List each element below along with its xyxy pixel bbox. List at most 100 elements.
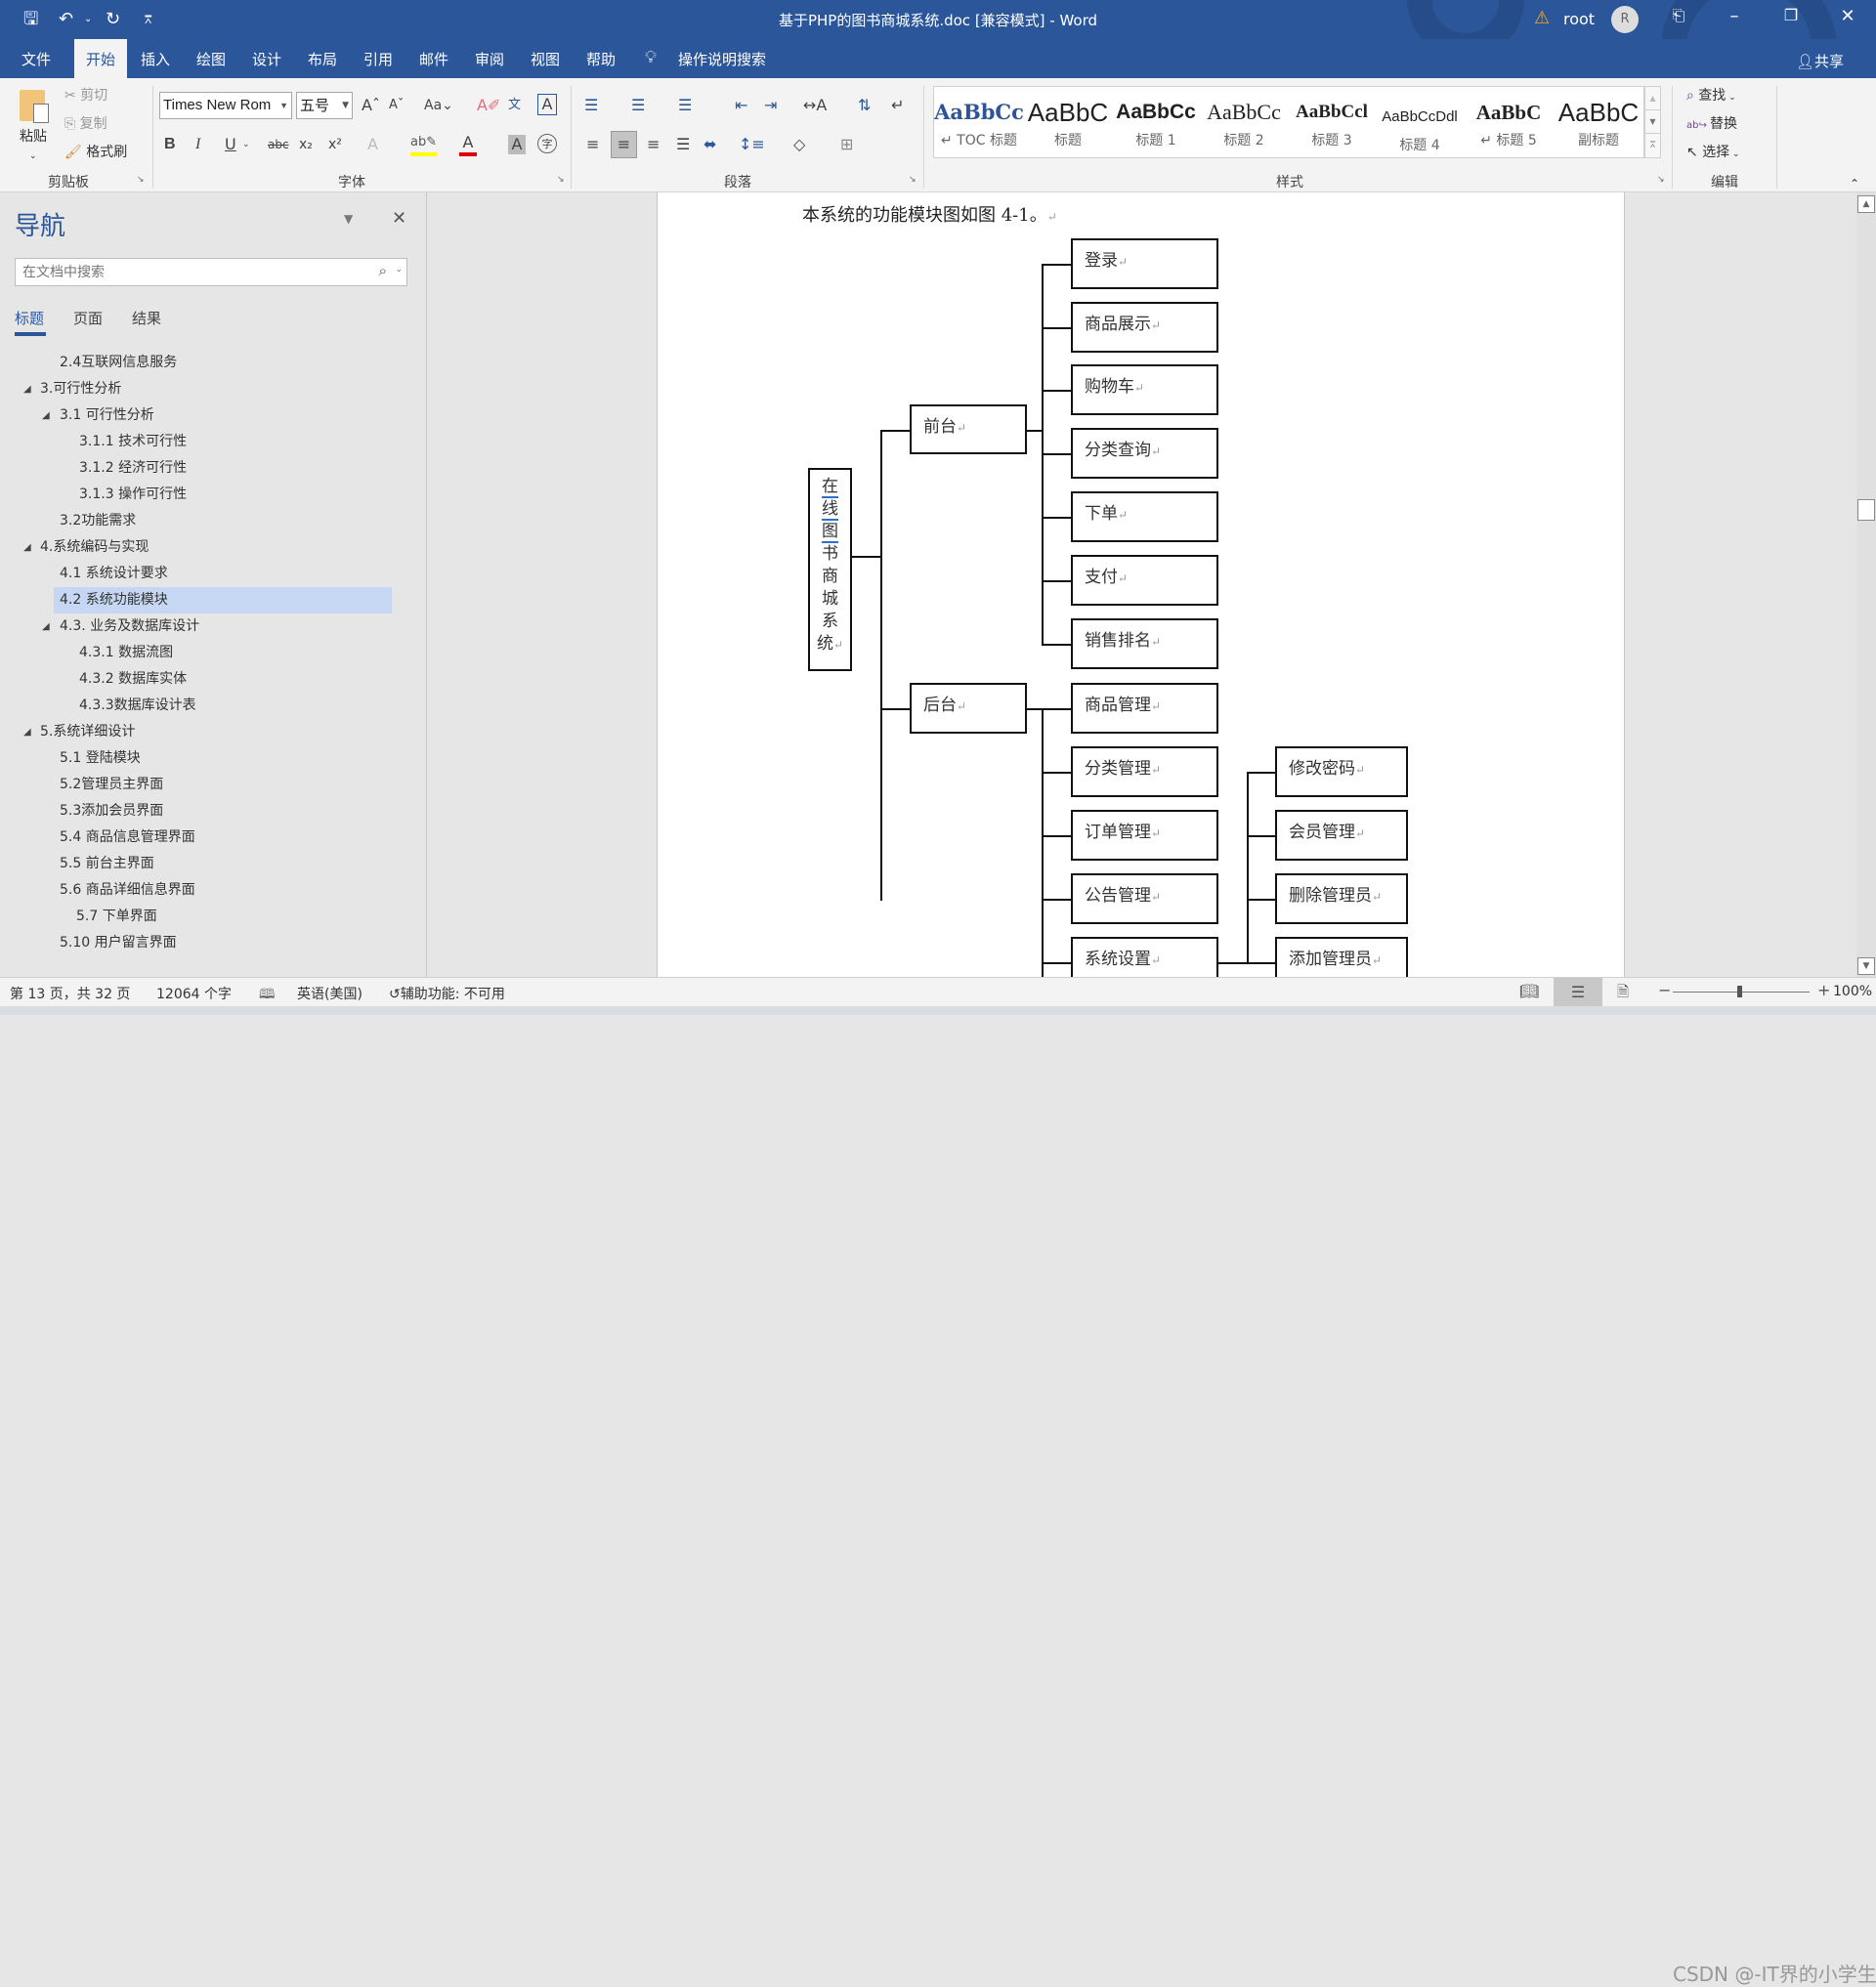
copy-button[interactable]: ⎘ 复制 (64, 114, 107, 134)
tab-references[interactable]: 引用 (352, 39, 405, 78)
styles-scroll[interactable]: ▲ ▼ ⩞ (1644, 86, 1661, 158)
borders-icon[interactable]: ⊞ (840, 135, 853, 154)
tab-draw[interactable]: 绘图 (185, 39, 237, 78)
back-submodule-box[interactable]: 商品管理↵ (1071, 683, 1218, 734)
align-center-icon[interactable]: ≡ (611, 131, 637, 158)
style-title[interactable]: AaBbC 标题 (1024, 87, 1112, 157)
nav-heading-item[interactable]: ◢ 4.系统编码与实现 (0, 534, 391, 561)
scroll-down-icon[interactable]: ▼ (1857, 957, 1875, 975)
sort-icon[interactable]: ⇅ (858, 96, 871, 115)
back-submodule-box[interactable]: 订单管理↵ (1071, 810, 1218, 861)
paste-button[interactable] (18, 86, 53, 129)
multilevel-list-icon[interactable]: ☰ (678, 96, 692, 115)
bullets-icon[interactable]: ☰ (584, 96, 598, 115)
style-heading-3[interactable]: AaBbCcl 标题 3 (1288, 87, 1376, 157)
chevron-down-icon[interactable]: ▼ (342, 93, 349, 118)
font-name-combo[interactable]: Times New Rom ▼ (159, 92, 292, 119)
word-count[interactable]: 12064 个字 (156, 984, 232, 1003)
increase-indent-icon[interactable]: ⇥ (764, 96, 777, 115)
style-heading-2[interactable]: AaBbCc 标题 2 (1200, 87, 1288, 157)
bold-icon[interactable]: B (164, 135, 176, 154)
front-submodule-box[interactable]: 商品展示↵ (1071, 302, 1218, 353)
collapse-ribbon-icon[interactable]: ⌃ (1850, 174, 1859, 193)
nav-tab-headings[interactable]: 标题 (15, 308, 44, 328)
scroll-up-icon[interactable]: ▲ (1645, 87, 1660, 110)
print-layout-icon[interactable]: ☰ (1554, 978, 1602, 1006)
tab-file[interactable]: 文件 (10, 39, 63, 78)
tab-mailings[interactable]: 邮件 (407, 39, 460, 78)
tab-help[interactable]: 帮助 (575, 39, 627, 78)
front-submodule-box[interactable]: 购物车↵ (1071, 364, 1218, 415)
style-toc-heading[interactable]: AaBbCc ↵ TOC 标题 (934, 87, 1024, 157)
align-left-icon[interactable]: ≡ (586, 135, 599, 154)
select-button[interactable]: ↖ 选择 ⌄ (1686, 143, 1740, 164)
italic-icon[interactable]: I (195, 135, 200, 154)
web-layout-icon[interactable]: 🗎︎ (1617, 982, 1629, 1006)
nav-heading-item[interactable]: 4.3.3数据库设计表 (0, 693, 391, 719)
front-submodule-box[interactable]: 支付↵ (1071, 555, 1218, 606)
nav-heading-item[interactable]: 5.6 商品详细信息界面 (0, 877, 391, 904)
find-button[interactable]: ⌕ 查找 ⌄ (1686, 86, 1736, 107)
tab-home[interactable]: 开始 (74, 39, 128, 78)
settings-submodule-box[interactable]: 会员管理↵ (1275, 810, 1408, 861)
search-icon[interactable]: ⌕ (379, 262, 387, 279)
tell-me-search[interactable]: 操作说明搜索 (666, 39, 778, 78)
nav-heading-item[interactable]: 5.5 前台主界面 (0, 851, 391, 877)
tab-layout[interactable]: 布局 (296, 39, 349, 78)
zoom-slider-thumb[interactable] (1737, 986, 1742, 997)
change-case-icon[interactable]: Aa⌄ (424, 96, 453, 115)
close-icon[interactable]: ✕ (1828, 6, 1867, 26)
expand-triangle-icon[interactable]: ◢ (42, 402, 50, 429)
show-marks-icon[interactable]: ↵ (891, 96, 904, 115)
underline-dropdown-icon[interactable]: ⌄ (242, 135, 250, 154)
restore-icon[interactable]: ❐ (1771, 6, 1811, 24)
nav-heading-item[interactable]: ◢ 5.系统详细设计 (0, 719, 391, 745)
tab-insert[interactable]: 插入 (129, 39, 182, 78)
shrink-font-icon[interactable]: Aˇ (389, 96, 404, 115)
paragraph-launcher-icon[interactable]: ↘ (909, 175, 917, 185)
paste-label[interactable]: 粘贴 (20, 127, 47, 147)
nav-heading-item[interactable]: ◢ 4.3. 业务及数据库设计 (0, 613, 391, 640)
numbering-icon[interactable]: ☰ (631, 96, 645, 115)
root-module-box[interactable]: 在线图书商城系统↵ (808, 468, 852, 671)
front-submodule-box[interactable]: 下单↵ (1071, 491, 1218, 542)
body-paragraph[interactable]: 本系统的功能模块图如图 4-1。↵ (802, 201, 1057, 227)
nav-heading-item[interactable]: 3.1.3 操作可行性 (0, 482, 391, 508)
expand-triangle-icon[interactable]: ◢ (23, 376, 31, 402)
share-button[interactable]: 👤︎共享 (1796, 51, 1844, 71)
back-submodule-box[interactable]: 公告管理↵ (1071, 873, 1218, 924)
tab-review[interactable]: 审阅 (463, 39, 516, 78)
nav-heading-item[interactable]: 5.7 下单界面 (0, 904, 391, 930)
read-mode-icon[interactable]: 📖︎ (1519, 982, 1539, 1000)
character-shading-icon[interactable]: A (508, 135, 526, 154)
ribbon-display-options-icon[interactable]: ⎗ (1659, 6, 1698, 25)
decrease-indent-icon[interactable]: ⇤ (735, 96, 747, 115)
nav-tab-results[interactable]: 结果 (132, 308, 161, 328)
minimize-icon[interactable]: – (1715, 6, 1754, 26)
nav-heading-item[interactable]: 5.4 商品信息管理界面 (0, 824, 391, 851)
font-size-combo[interactable]: 五号 ▼ (296, 92, 353, 119)
style-heading-4[interactable]: AaBbCcDdl 标题 4 (1376, 87, 1464, 157)
style-heading-1[interactable]: AaBbCc 标题 1 (1112, 87, 1200, 157)
subscript-icon[interactable]: x₂ (299, 135, 313, 154)
font-color-icon[interactable]: A (459, 133, 477, 156)
zoom-in-icon[interactable]: + (1817, 981, 1830, 999)
shading-icon[interactable]: ◇ (793, 135, 805, 154)
nav-heading-item[interactable]: 5.3添加会员界面 (0, 798, 391, 824)
scroll-up-icon[interactable]: ▲ (1857, 195, 1875, 213)
styles-launcher-icon[interactable]: ↘ (1657, 175, 1665, 185)
expand-triangle-icon[interactable]: ◢ (42, 613, 50, 640)
cut-button[interactable]: ✂ 剪切 (64, 86, 107, 106)
chevron-down-icon[interactable]: ▼ (279, 93, 288, 118)
text-direction-icon[interactable]: ↔A (803, 96, 827, 115)
chevron-down-icon[interactable]: ⌄ (395, 265, 403, 275)
expand-triangle-icon[interactable]: ◢ (23, 719, 31, 745)
warning-icon[interactable]: ⚠ (1534, 8, 1550, 28)
character-border-icon[interactable]: A (537, 94, 557, 115)
nav-heading-item[interactable]: 4.3.1 数据流图 (0, 640, 391, 666)
replace-button[interactable]: ab↪ 替换 (1686, 114, 1737, 136)
nav-heading-item[interactable]: 3.1.2 经济可行性 (0, 455, 391, 482)
format-painter-button[interactable]: 🖌︎ 格式刷 (64, 143, 127, 162)
proofing-icon[interactable]: 🕮︎ (259, 984, 276, 1007)
user-name[interactable]: root (1563, 10, 1595, 28)
